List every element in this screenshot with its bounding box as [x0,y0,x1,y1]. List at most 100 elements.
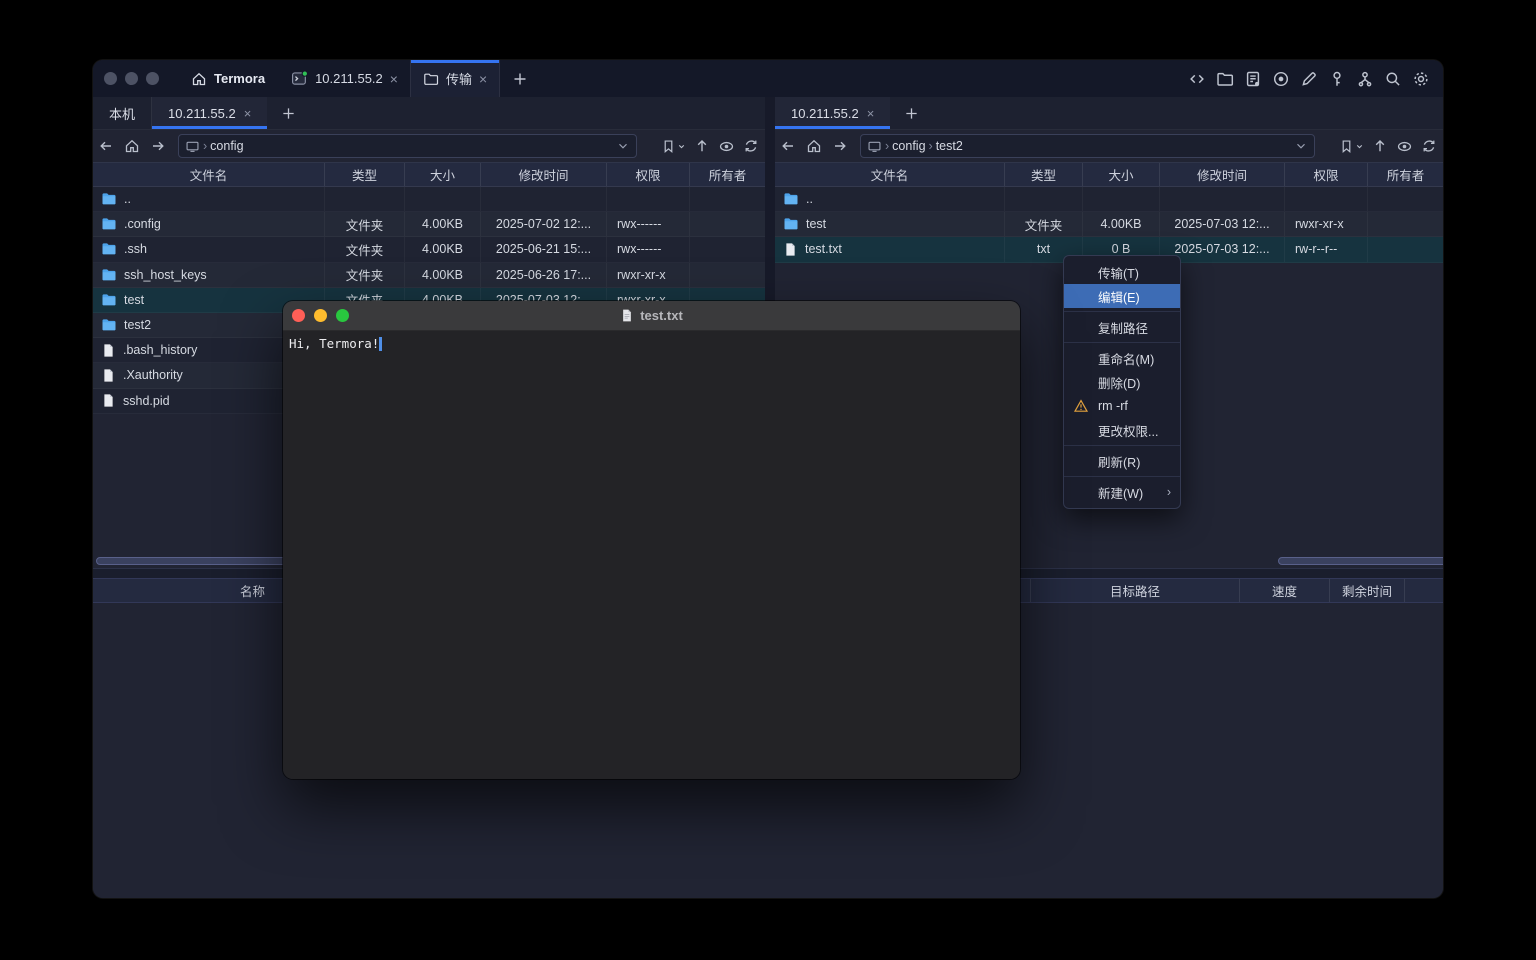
column-header[interactable]: 目标路径 [1031,579,1240,602]
file-name: sshd.pid [123,394,170,408]
record-icon[interactable] [1271,69,1290,88]
new-panel-tab-button[interactable] [890,97,933,129]
key-icon[interactable] [1327,69,1346,88]
column-header[interactable]: 速度 [1240,579,1330,602]
column-header[interactable]: 修改时间 [1160,163,1285,186]
terminal-icon [291,70,308,87]
file-row[interactable]: .config 文件夹4.00KB2025-07-02 12:...rwx---… [93,212,765,237]
column-header[interactable]: 所有者 [1368,163,1443,186]
menu-item-change-permissions[interactable]: 更改权限... [1064,418,1180,442]
close-icon[interactable]: × [479,72,487,86]
settings-icon[interactable] [1411,69,1430,88]
home-icon[interactable] [801,138,827,154]
menu-item-edit[interactable]: 编辑(E) [1064,284,1180,308]
close-window-button[interactable] [104,72,117,85]
column-header[interactable]: 权限 [1285,163,1368,186]
editor-window: test.txt Hi, Termora! [283,301,1020,779]
menu-item-copy-path[interactable]: 复制路径 [1064,315,1180,339]
tab-remote-host[interactable]: 10.211.55.2 × [152,97,267,129]
file-row[interactable]: ssh_host_keys 文件夹4.00KB2025-06-26 17:...… [93,263,765,288]
close-icon[interactable]: × [390,72,398,86]
menu-item-new[interactable]: 新建(W) › [1064,480,1180,504]
zoom-window-button[interactable] [336,309,349,322]
forward-icon[interactable] [145,138,171,154]
menu-item-rename[interactable]: 重命名(M) [1064,346,1180,370]
column-header[interactable]: 大小 [405,163,481,186]
column-header[interactable]: 类型 [1005,163,1083,186]
file-name: test [124,293,144,307]
path-input[interactable]: › config › test2 [860,134,1315,158]
column-header[interactable]: 所有者 [690,163,765,186]
menu-item-refresh[interactable]: 刷新(R) [1064,449,1180,473]
show-hidden-eye-icon[interactable] [1396,138,1413,155]
column-header[interactable]: 文件名 [775,163,1005,186]
tab-termora-home[interactable]: Termora [177,60,279,97]
menu-item-transfer[interactable]: 传输(T) [1064,260,1180,284]
column-header[interactable]: 文件名 [93,163,325,186]
menu-item-delete[interactable]: 删除(D) [1064,370,1180,394]
zoom-window-button[interactable] [146,72,159,85]
chevron-down-icon[interactable] [1294,139,1308,153]
file-name: .Xauthority [123,368,183,382]
edit-icon[interactable] [1299,69,1318,88]
column-header[interactable]: 权限 [607,163,690,186]
upload-icon[interactable] [1372,138,1388,154]
editor-titlebar[interactable]: test.txt [283,301,1020,331]
document-icon [620,308,634,323]
tab-local-machine[interactable]: 本机 [93,97,152,129]
close-icon[interactable]: × [244,106,252,121]
home-icon[interactable] [119,138,145,154]
file-row[interactable]: .ssh 文件夹4.00KB2025-06-21 15:...rwx------ [93,237,765,262]
tab-label: 10.211.55.2 [791,106,859,121]
folder-icon[interactable] [1215,69,1234,88]
log-icon[interactable] [1243,69,1262,88]
horizontal-scrollbar[interactable] [1278,557,1443,565]
file-row[interactable]: .. [775,187,1443,212]
file-icon [101,368,116,383]
editor-content[interactable]: Hi, Termora! [283,331,1020,779]
path-segment[interactable]: config [892,139,925,153]
file-name: .bash_history [123,343,197,357]
new-tab-button[interactable] [500,60,540,97]
chevron-down-icon[interactable] [616,139,630,153]
refresh-icon[interactable] [743,138,759,154]
titlebar: Termora 10.211.55.2 × 传输 × [93,60,1443,97]
upload-icon[interactable] [694,138,710,154]
refresh-icon[interactable] [1421,138,1437,154]
new-panel-tab-button[interactable] [267,97,310,129]
path-segment[interactable]: config [210,139,243,153]
close-icon[interactable]: × [867,106,875,121]
keychain-icon[interactable] [1355,69,1374,88]
minimize-window-button[interactable] [314,309,327,322]
bookmark-button[interactable] [1339,139,1364,154]
forward-icon[interactable] [827,138,853,154]
column-header[interactable]: 修改时间 [481,163,607,186]
column-header[interactable]: 类型 [325,163,405,186]
column-header[interactable]: 剩余时间 [1330,579,1405,602]
computer-icon [867,139,882,154]
search-icon[interactable] [1383,69,1402,88]
right-file-list: .. test 文件夹4.00KB2025-07-03 12:...rwxr-x… [775,187,1443,263]
back-icon[interactable] [93,138,119,154]
show-hidden-eye-icon[interactable] [718,138,735,155]
folder-icon [101,191,117,207]
path-segment[interactable]: test2 [936,139,963,153]
file-row[interactable]: test 文件夹4.00KB2025-07-03 12:...rwxr-xr-x [775,212,1443,237]
menu-item-rm-rf[interactable]: rm -rf [1064,394,1180,418]
tab-remote-host[interactable]: 10.211.55.2 × [775,97,890,129]
menu-separator [1064,342,1180,343]
column-header[interactable]: 大小 [1083,163,1160,186]
chevron-right-icon: › [885,139,889,153]
minimize-window-button[interactable] [125,72,138,85]
tab-transfer[interactable]: 传输 × [410,60,500,97]
tab-ssh-session[interactable]: 10.211.55.2 × [279,60,410,97]
folder-icon [101,241,117,257]
back-icon[interactable] [775,138,801,154]
tab-label: 10.211.55.2 [315,71,383,86]
file-row[interactable]: .. [93,187,765,212]
folder-icon [783,191,799,207]
path-input[interactable]: › config [178,134,637,158]
code-icon[interactable] [1187,69,1206,88]
close-window-button[interactable] [292,309,305,322]
bookmark-button[interactable] [661,139,686,154]
